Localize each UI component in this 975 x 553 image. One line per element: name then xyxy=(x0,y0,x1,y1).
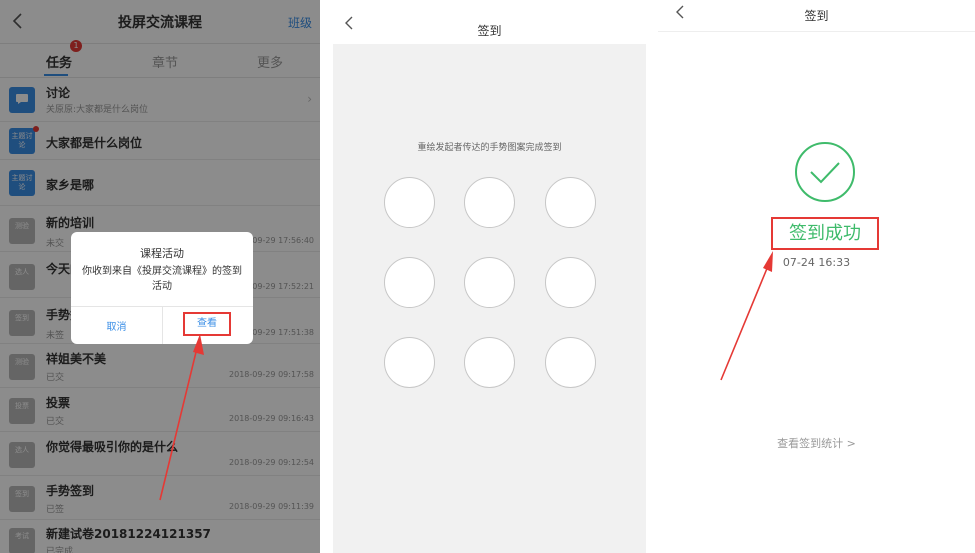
gesture-dot[interactable] xyxy=(545,337,596,388)
sign-in-time: 07-24 16:33 xyxy=(782,256,851,269)
success-check-icon xyxy=(795,142,855,202)
dialog-title: 课程活动 xyxy=(140,247,184,260)
gesture-dot[interactable] xyxy=(464,257,515,308)
sign-in-title: 签到 xyxy=(804,9,829,23)
gesture-dot[interactable] xyxy=(384,337,435,388)
sign-in-header: 签到 xyxy=(333,0,646,44)
gesture-dot[interactable] xyxy=(464,337,515,388)
course-task-screen: 投屏交流课程 班级 任务 章节 更多 1 讨论 关原原:大家都是什么岗位 › 主… xyxy=(0,0,320,553)
view-button[interactable]: 查看 xyxy=(183,312,231,336)
success-text: 签到成功 xyxy=(771,217,879,250)
sign-in-title: 签到 xyxy=(477,24,502,38)
screenshot-root: 投屏交流课程 班级 任务 章节 更多 1 讨论 关原原:大家都是什么岗位 › 主… xyxy=(0,0,975,553)
gesture-dot[interactable] xyxy=(384,177,435,228)
gesture-dot[interactable] xyxy=(545,177,596,228)
course-activity-dialog: 课程活动 你收到来自《投屏交流课程》的签到活动 取消 查看 xyxy=(71,232,253,344)
gesture-dot[interactable] xyxy=(384,257,435,308)
gesture-dot[interactable] xyxy=(545,257,596,308)
gesture-sign-in-screen: 签到 重绘发起者传达的手势图案完成签到 xyxy=(333,0,646,553)
cancel-button[interactable]: 取消 xyxy=(71,318,162,333)
dialog-message: 你收到来自《投屏交流课程》的签到活动 xyxy=(82,266,242,292)
view-stats-link[interactable]: 查看签到统计 > xyxy=(658,435,975,451)
dialog-button-divider xyxy=(162,307,163,344)
header-divider xyxy=(658,31,975,32)
gesture-hint: 重绘发起者传达的手势图案完成签到 xyxy=(417,143,562,153)
sign-in-success-screen: 签到 签到成功 07-24 16:33 查看签到统计 > xyxy=(658,0,975,553)
gesture-dot[interactable] xyxy=(464,177,515,228)
